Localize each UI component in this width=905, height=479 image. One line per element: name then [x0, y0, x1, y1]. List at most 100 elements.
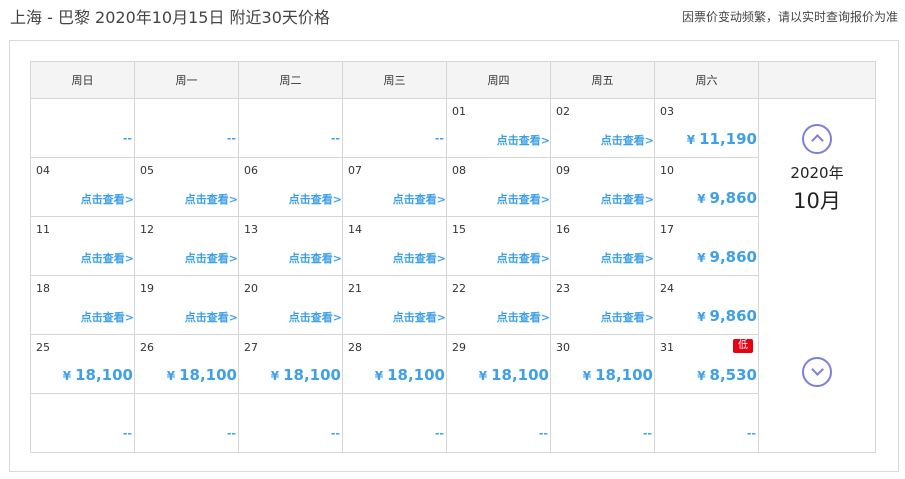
price-value: 18,100 — [75, 366, 133, 384]
calendar-day-cell[interactable]: 28 ¥18,100 — [342, 334, 447, 394]
day-number: 25 — [36, 341, 50, 354]
calendar-day-cell[interactable]: 21 点击查看> — [342, 275, 447, 335]
day-price[interactable]: ¥9,860 — [697, 307, 757, 325]
view-price-link[interactable]: 点击查看> — [601, 191, 654, 207]
day-price[interactable]: ¥18,100 — [167, 366, 237, 384]
price-value: 11,190 — [699, 130, 757, 148]
calendar-day-cell[interactable]: 30 ¥18,100 — [550, 334, 655, 394]
day-number: 05 — [140, 164, 154, 177]
day-price[interactable]: ¥8,530 — [697, 366, 757, 384]
view-price-link[interactable]: 点击查看> — [393, 191, 446, 207]
view-price-link[interactable]: 点击查看> — [601, 250, 654, 266]
day-number: 09 — [556, 164, 570, 177]
calendar-day-empty: -- — [342, 393, 447, 453]
view-price-link[interactable]: 点击查看> — [497, 309, 550, 325]
day-number: 11 — [36, 223, 50, 236]
view-price-link[interactable]: 点击查看> — [497, 191, 550, 207]
view-price-link[interactable]: 点击查看> — [497, 132, 550, 148]
calendar-day-cell[interactable]: 18 点击查看> — [30, 275, 135, 335]
calendar-day-cell[interactable]: 01 点击查看> — [446, 98, 551, 158]
calendar-day-cell[interactable]: 04 点击查看> — [30, 157, 135, 217]
currency-symbol: ¥ — [582, 369, 592, 383]
chevron-up-icon — [811, 134, 824, 147]
view-price-link[interactable]: 点击查看> — [289, 309, 342, 325]
calendar-day-cell[interactable]: 25 ¥18,100 — [30, 334, 135, 394]
view-price-link[interactable]: 点击查看> — [81, 309, 134, 325]
day-number: 19 — [140, 282, 154, 295]
calendar-day-cell[interactable]: 08 点击查看> — [446, 157, 551, 217]
weekday-header-row: 周日 周一 周二 周三 周四 周五 周六 — [30, 61, 876, 99]
view-price-link[interactable]: 点击查看> — [185, 250, 238, 266]
page-header: 上海 - 巴黎 2020年10月15日 附近30天价格 因票价变动频繁，请以实时… — [10, 6, 900, 32]
calendar-day-cell[interactable]: 11 点击查看> — [30, 216, 135, 276]
day-number: 13 — [244, 223, 258, 236]
view-price-link[interactable]: 点击查看> — [289, 250, 342, 266]
no-data-marker: -- — [434, 427, 444, 440]
weekday-header: 周三 — [342, 61, 447, 99]
calendar-day-cell[interactable]: 15 点击查看> — [446, 216, 551, 276]
day-price[interactable]: ¥18,100 — [375, 366, 445, 384]
calendar-day-cell[interactable]: 20 点击查看> — [238, 275, 343, 335]
calendar-day-cell[interactable]: 07 点击查看> — [342, 157, 447, 217]
calendar-day-cell[interactable]: 09 点击查看> — [550, 157, 655, 217]
day-number: 21 — [348, 282, 362, 295]
price-value: 9,860 — [709, 248, 757, 266]
day-number: 16 — [556, 223, 570, 236]
calendar-day-cell[interactable]: 31 低 ¥8,530 — [654, 334, 759, 394]
calendar-day-cell[interactable]: 16 点击查看> — [550, 216, 655, 276]
day-price[interactable]: ¥9,860 — [697, 248, 757, 266]
calendar-day-cell[interactable]: 22 点击查看> — [446, 275, 551, 335]
day-price[interactable]: ¥18,100 — [271, 366, 341, 384]
view-price-link[interactable]: 点击查看> — [289, 191, 342, 207]
view-price-link[interactable]: 点击查看> — [185, 191, 238, 207]
day-number: 03 — [660, 105, 674, 118]
lowest-price-badge: 低 — [733, 339, 753, 353]
calendar-day-cell[interactable]: 06 点击查看> — [238, 157, 343, 217]
calendar-day-cell[interactable]: 12 点击查看> — [134, 216, 239, 276]
calendar-day-cell[interactable]: 10 ¥9,860 — [654, 157, 759, 217]
weekday-header: 周五 — [550, 61, 655, 99]
calendar-day-cell[interactable]: 29 ¥18,100 — [446, 334, 551, 394]
day-price[interactable]: ¥18,100 — [583, 366, 653, 384]
day-price[interactable]: ¥11,190 — [687, 130, 757, 148]
day-number: 04 — [36, 164, 50, 177]
calendar-day-cell[interactable]: 13 点击查看> — [238, 216, 343, 276]
calendar-week-row: -- -- -- -- 01 点击查看> 02 点击查看> 03 ¥11,190 2020年 10月 — [30, 98, 876, 453]
view-price-link[interactable]: 点击查看> — [497, 250, 550, 266]
day-price[interactable]: ¥18,100 — [63, 366, 133, 384]
price-value: 9,860 — [709, 189, 757, 207]
weekday-header: 周一 — [134, 61, 239, 99]
view-price-link[interactable]: 点击查看> — [393, 250, 446, 266]
current-year: 2020年 — [790, 164, 844, 182]
no-data-marker: -- — [330, 132, 340, 145]
calendar-day-cell[interactable]: 05 点击查看> — [134, 157, 239, 217]
calendar-day-cell[interactable]: 24 ¥9,860 — [654, 275, 759, 335]
next-month-button[interactable] — [802, 357, 832, 387]
calendar-day-cell[interactable]: 03 ¥11,190 — [654, 98, 759, 158]
view-price-link[interactable]: 点击查看> — [81, 250, 134, 266]
calendar-day-cell[interactable]: 27 ¥18,100 — [238, 334, 343, 394]
calendar-day-cell[interactable]: 26 ¥18,100 — [134, 334, 239, 394]
calendar-day-empty: -- — [238, 393, 343, 453]
calendar-day-cell[interactable]: 02 点击查看> — [550, 98, 655, 158]
calendar-day-cell[interactable]: 14 点击查看> — [342, 216, 447, 276]
day-number: 01 — [452, 105, 466, 118]
day-price[interactable]: ¥9,860 — [697, 189, 757, 207]
price-value: 18,100 — [595, 366, 653, 384]
day-number: 28 — [348, 341, 362, 354]
day-price[interactable]: ¥18,100 — [479, 366, 549, 384]
price-value: 8,530 — [709, 366, 757, 384]
view-price-link[interactable]: 点击查看> — [601, 132, 654, 148]
price-calendar: 周日 周一 周二 周三 周四 周五 周六 -- -- -- -- 01 点击查看> 02 点击… — [30, 61, 876, 453]
currency-symbol: ¥ — [62, 369, 72, 383]
no-data-marker: -- — [642, 427, 652, 440]
calendar-day-cell[interactable]: 19 点击查看> — [134, 275, 239, 335]
calendar-week-row: 04 点击查看> 05 点击查看> 06 点击查看> 07 点击查看> 08 点击查看> 09 点击查… — [30, 157, 876, 217]
view-price-link[interactable]: 点击查看> — [185, 309, 238, 325]
view-price-link[interactable]: 点击查看> — [393, 309, 446, 325]
calendar-day-cell[interactable]: 17 ¥9,860 — [654, 216, 759, 276]
calendar-day-cell[interactable]: 23 点击查看> — [550, 275, 655, 335]
view-price-link[interactable]: 点击查看> — [601, 309, 654, 325]
previous-month-button[interactable] — [802, 124, 832, 154]
view-price-link[interactable]: 点击查看> — [81, 191, 134, 207]
